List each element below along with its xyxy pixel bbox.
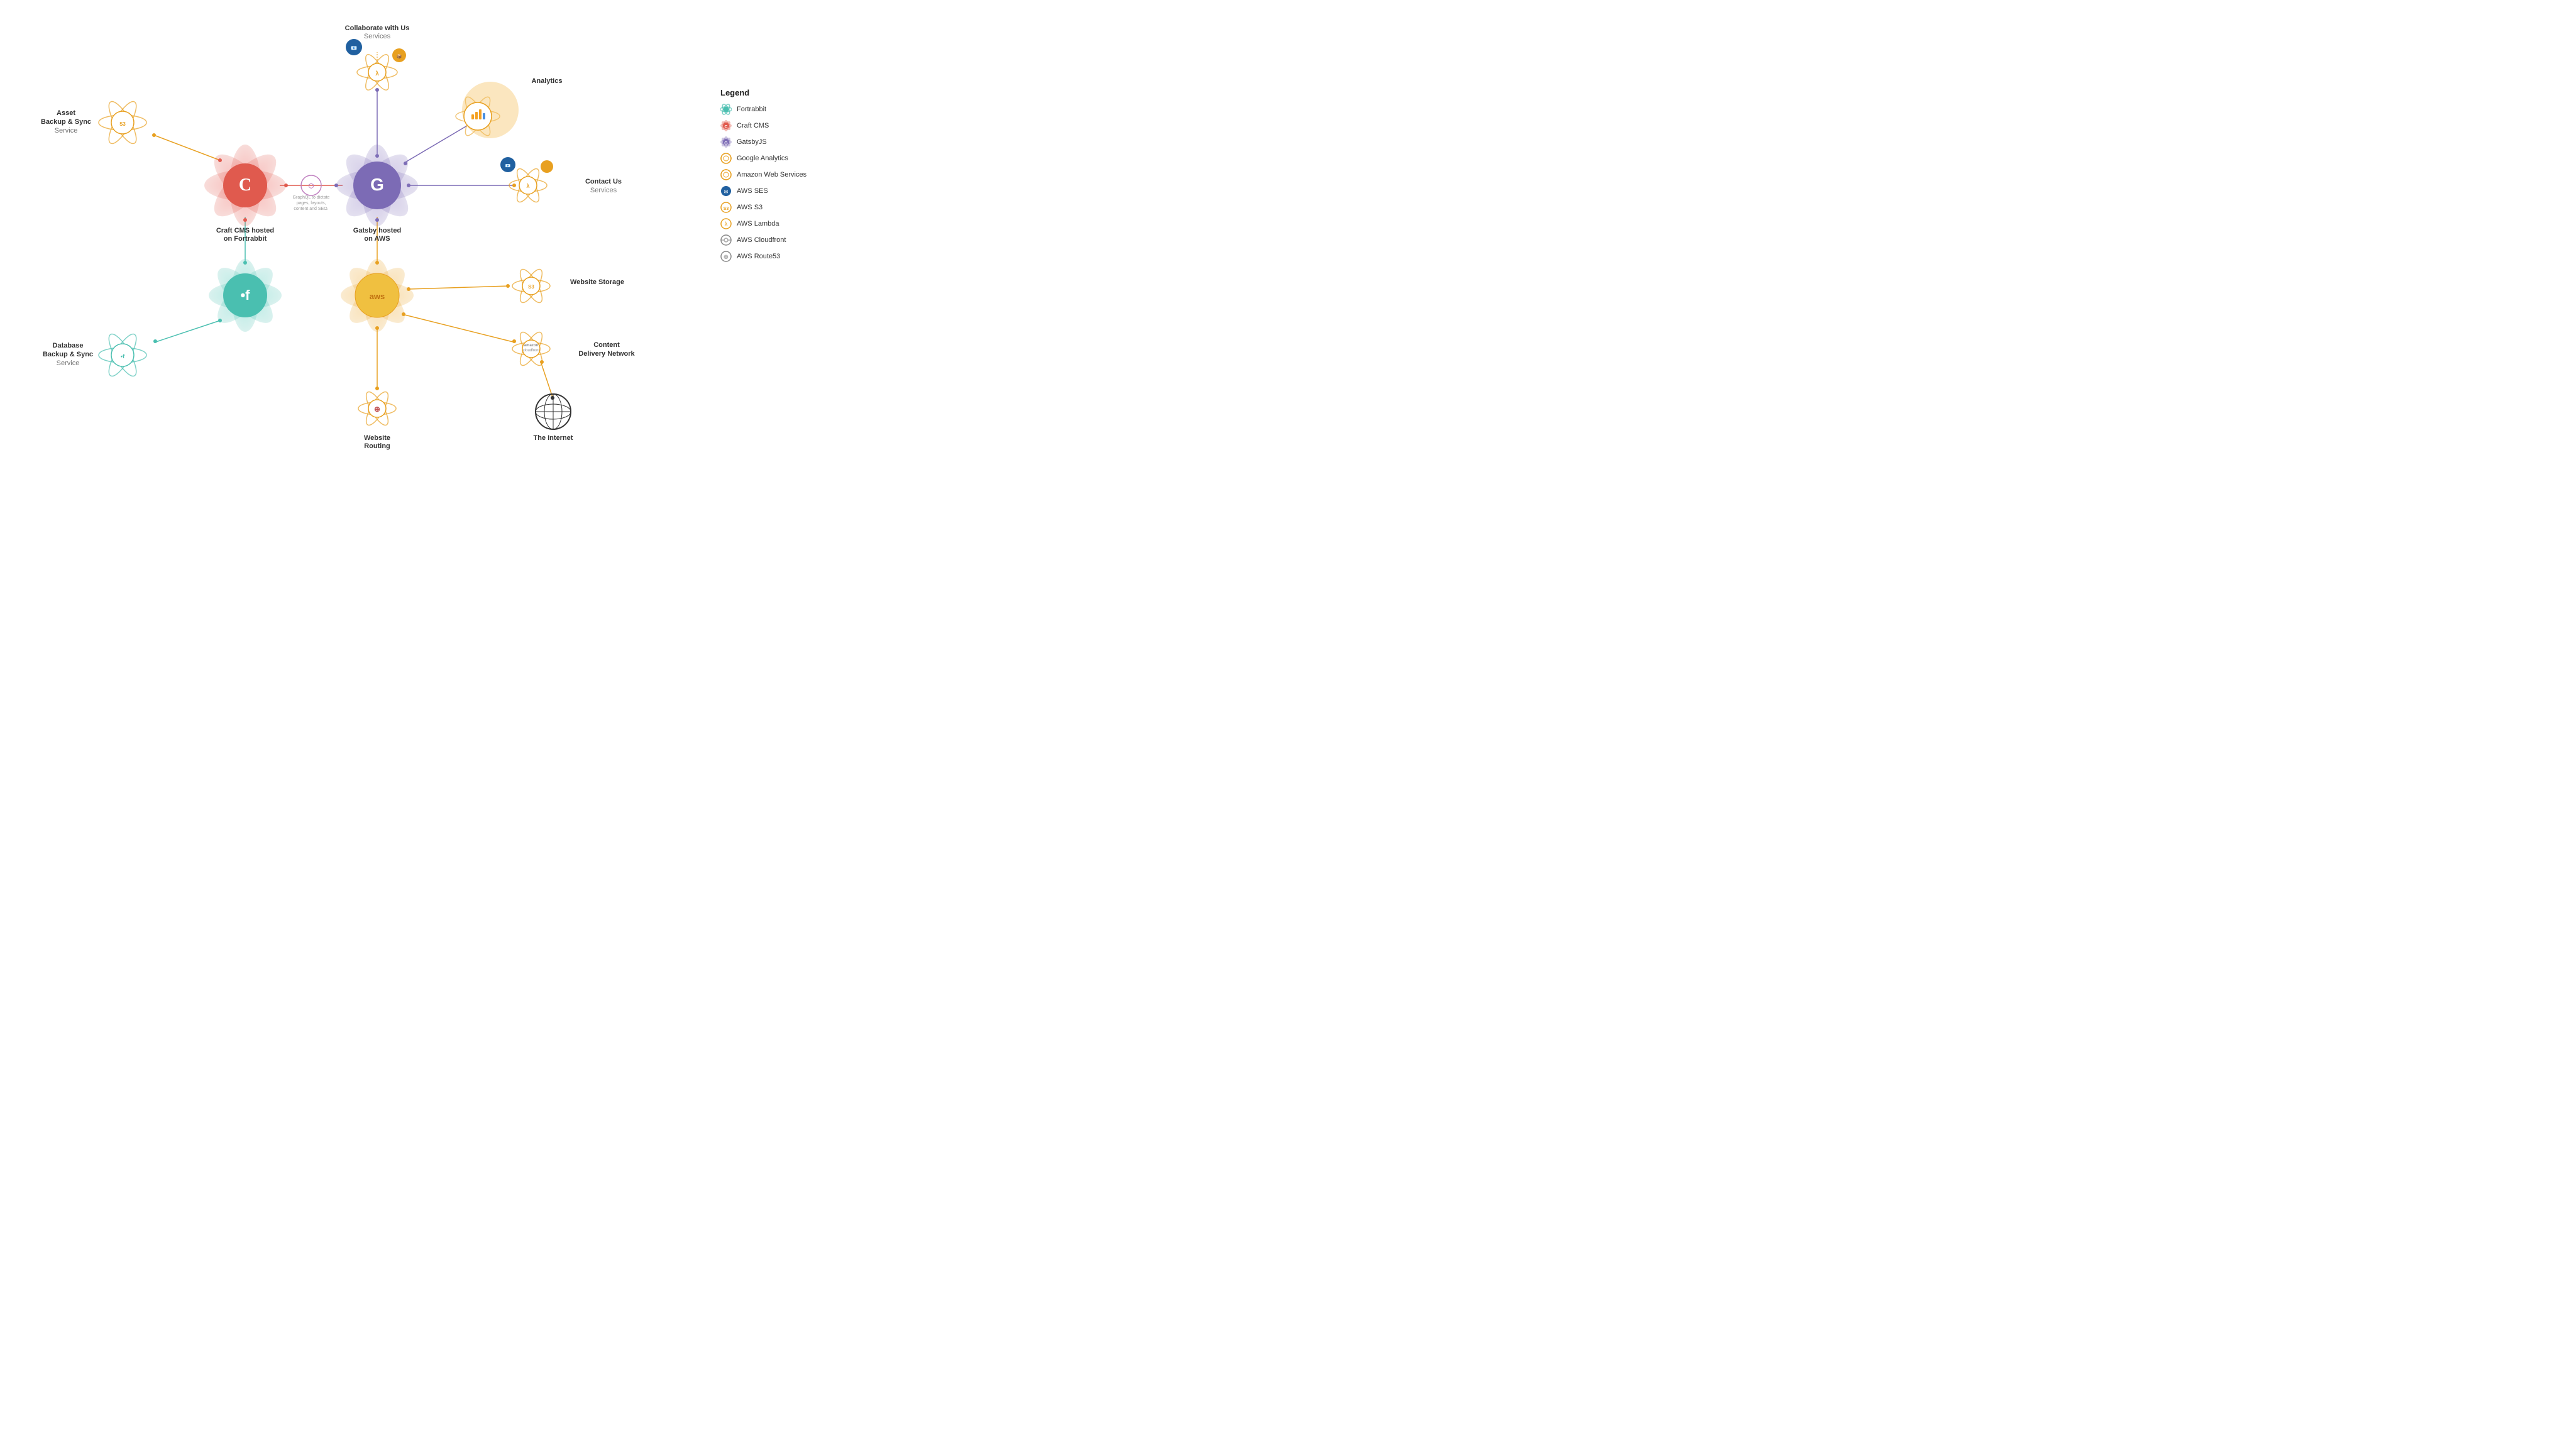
contact-us-label: Contact Us xyxy=(585,178,622,185)
svg-text:C: C xyxy=(724,125,727,129)
svg-text:Backup & Sync: Backup & Sync xyxy=(43,351,93,358)
aws-cloudfront-legend-icon xyxy=(720,234,732,246)
gatsbyjs-legend-label: GatsbyJS xyxy=(737,138,767,146)
svg-text:⊕: ⊕ xyxy=(724,254,729,261)
collaborate-us-node: λ 📧 📦 xyxy=(346,39,406,93)
svg-text:📧: 📧 xyxy=(351,45,357,51)
svg-text:📦: 📦 xyxy=(397,53,402,59)
svg-text:cloudfront: cloudfront xyxy=(523,349,540,353)
svg-text:📧: 📧 xyxy=(505,163,511,168)
website-routing-node: ⊕ xyxy=(358,389,396,428)
google-analytics-legend-label: Google Analytics xyxy=(737,155,788,162)
aws-route53-legend-label: AWS Route53 xyxy=(737,253,780,260)
svg-text:⊕: ⊕ xyxy=(374,405,380,414)
aws-cloudfront-legend-label: AWS Cloudfront xyxy=(737,236,786,244)
svg-text:GraphQL to dictate: GraphQL to dictate xyxy=(293,195,330,200)
analytics-label: Analytics xyxy=(532,77,563,85)
legend-item-aws-lambda: λ AWS Lambda xyxy=(720,218,846,229)
svg-text:•f: •f xyxy=(121,353,125,359)
legend-item-google-analytics: Google Analytics xyxy=(720,153,846,164)
legend: Legend Fortrabbit C Craft CMS xyxy=(720,88,846,267)
cdn-label: Content xyxy=(593,341,620,349)
aws-route53-legend-icon: ⊕ xyxy=(720,251,732,262)
collaborate-label: Collaborate with Us xyxy=(345,25,410,32)
database-backup-node: •f xyxy=(99,331,146,380)
legend-item-aws: Amazon Web Services xyxy=(720,169,846,180)
legend-item-aws-route53: ⊕ AWS Route53 xyxy=(720,251,846,262)
legend-item-craftcms: C Craft CMS xyxy=(720,120,846,131)
legend-item-aws-cloudfront: AWS Cloudfront xyxy=(720,234,846,246)
asset-backup-node: S3 xyxy=(99,98,146,147)
aws-s3-legend-icon: S3 xyxy=(720,202,732,213)
website-storage-label: Website Storage xyxy=(570,278,624,286)
svg-text:Service: Service xyxy=(55,127,78,134)
aws-node: aws xyxy=(341,259,414,332)
svg-text:Service: Service xyxy=(57,359,80,367)
legend-item-aws-ses: ✉ AWS SES xyxy=(720,185,846,197)
svg-text:on AWS: on AWS xyxy=(364,235,390,243)
aws-lambda-legend-label: AWS Lambda xyxy=(737,220,779,228)
svg-text:λ: λ xyxy=(725,221,728,228)
content-delivery-node: amazon cloudfront xyxy=(512,329,550,368)
svg-text:on Fortrabbit: on Fortrabbit xyxy=(224,235,267,243)
asset-backup-label: Asset xyxy=(57,109,75,117)
legend-item-aws-s3: S3 AWS S3 xyxy=(720,202,846,213)
google-analytics-legend-icon xyxy=(720,153,732,164)
svg-text:Delivery Network: Delivery Network xyxy=(578,350,635,358)
aws-s3-legend-label: AWS S3 xyxy=(737,204,762,211)
fortrabbit-node: •f xyxy=(209,259,282,332)
fortrabbit-legend-icon xyxy=(720,104,732,115)
svg-text:•f: •f xyxy=(240,287,250,303)
legend-title: Legend xyxy=(720,88,846,97)
svg-text:aws: aws xyxy=(370,292,385,301)
svg-text:Services: Services xyxy=(364,33,391,40)
svg-text:Services: Services xyxy=(590,187,617,194)
svg-text:content and SEO.: content and SEO. xyxy=(294,207,328,211)
craft-cms-label: Craft CMS hosted xyxy=(216,227,274,234)
website-routing-label: Website xyxy=(364,434,390,442)
svg-text:S3: S3 xyxy=(119,121,126,127)
craftcms-legend-label: Craft CMS xyxy=(737,122,769,129)
fortrabbit-legend-label: Fortrabbit xyxy=(737,106,766,113)
aws-ses-legend-label: AWS SES xyxy=(737,187,768,195)
svg-text:Backup & Sync: Backup & Sync xyxy=(41,118,91,126)
contact-us-node: λ 📧 xyxy=(500,157,553,205)
craft-cms-node: C xyxy=(204,145,286,226)
svg-text:amazon: amazon xyxy=(524,344,539,348)
svg-text:pages, layouts,: pages, layouts, xyxy=(296,201,326,206)
svg-text:λ: λ xyxy=(375,70,379,77)
svg-text:S3: S3 xyxy=(724,207,729,211)
aws-legend-label: Amazon Web Services xyxy=(737,171,806,178)
gatsby-node: G xyxy=(336,145,418,226)
gatsbyjs-legend-icon: G xyxy=(720,136,732,148)
database-backup-label: Database xyxy=(53,342,84,349)
aws-ses-legend-icon: ✉ xyxy=(720,185,732,197)
craftcms-legend-icon: C xyxy=(720,120,732,131)
gatsby-label: Gatsby hosted xyxy=(353,227,401,234)
svg-text:C: C xyxy=(239,175,251,195)
internet-label: The Internet xyxy=(534,434,573,442)
legend-item-gatsbyjs: G GatsbyJS xyxy=(720,136,846,148)
svg-text:Routing: Routing xyxy=(364,442,390,450)
website-storage-node: S3 xyxy=(512,266,550,305)
svg-text:✉: ✉ xyxy=(724,189,729,195)
aws-legend-icon xyxy=(720,169,732,180)
svg-text:⬡: ⬡ xyxy=(309,183,314,190)
the-internet-node xyxy=(536,394,571,429)
aws-lambda-legend-icon: λ xyxy=(720,218,732,229)
svg-text:G: G xyxy=(370,175,384,194)
svg-text:G: G xyxy=(724,141,728,146)
analytics-node xyxy=(456,82,519,138)
svg-text:λ: λ xyxy=(526,183,529,189)
legend-item-fortrabbit: Fortrabbit xyxy=(720,104,846,115)
svg-text:S3: S3 xyxy=(528,284,534,290)
